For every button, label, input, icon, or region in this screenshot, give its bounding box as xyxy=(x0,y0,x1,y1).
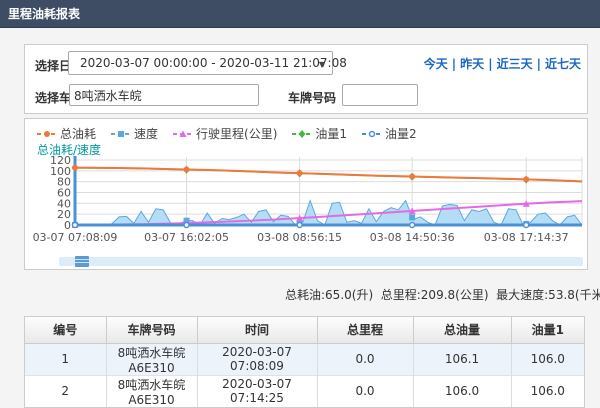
quick-link-separator: | xyxy=(537,57,541,71)
vehicle-input[interactable] xyxy=(69,84,259,106)
table-header-row: 编号车牌号码时间总里程总油量油量1 xyxy=(25,317,584,343)
legend-label: 行驶里程(公里) xyxy=(196,125,277,142)
table-cell: 8吨洒水车皖A6E310 xyxy=(106,375,197,407)
summary-text: 总耗油:65.0(升) 总里程:209.8(公里) 最大速度:53.8(千米/小… xyxy=(285,286,600,303)
quick-link-yesterday[interactable]: 昨天 xyxy=(460,57,484,71)
header-bar: 里程油耗报表 xyxy=(0,0,600,28)
column-header-3: 总里程 xyxy=(317,317,413,343)
legend-label: 总油耗 xyxy=(60,125,96,142)
fuel-speed-chart: 02040608010012003-07 07:08:0903-07 16:02… xyxy=(25,155,587,251)
chart-x-scrollbar-track[interactable] xyxy=(59,257,583,266)
date-filter-row: 选择日期 2020-03-07 00:00:00 - 2020-03-11 21… xyxy=(25,45,587,81)
legend-item-1[interactable]: 速度 xyxy=(111,125,158,142)
dropdown-caret-icon[interactable]: ▼ xyxy=(319,60,325,69)
legend-item-2[interactable]: 行驶里程(公里) xyxy=(173,125,277,142)
quick-links: 今天 | 昨天 | 近三天 | 近七天 xyxy=(424,55,581,72)
svg-text:03-08 08:56:15: 03-08 08:56:15 xyxy=(257,231,342,244)
legend-item-0[interactable]: 总油耗 xyxy=(37,125,96,142)
date-range-picker[interactable]: 2020-03-07 00:00:00 - 2020-03-11 21:07:0… xyxy=(68,51,333,75)
legend-item-3[interactable]: 油量1 xyxy=(292,125,347,142)
legend-label: 油量1 xyxy=(315,125,347,142)
chart-legend: 总油耗 速度 行驶里程(公里) 油量1 油量2 xyxy=(37,125,417,142)
column-header-4: 总油量 xyxy=(413,317,511,343)
table-row[interactable]: 28吨洒水车皖A6E3102020-03-07 07:14:250.0106.0… xyxy=(25,375,584,407)
page-title: 里程油耗报表 xyxy=(0,0,600,28)
triangle-icon xyxy=(173,129,193,139)
vehicle-filter-row: 选择车辆 车牌号码 xyxy=(25,79,587,113)
quick-link-last-3-days[interactable]: 近三天 xyxy=(497,57,533,71)
circle-open-icon xyxy=(362,129,382,139)
table-cell: 2020-03-07 07:14:25 xyxy=(197,375,317,407)
svg-text:03-07 16:02:05: 03-07 16:02:05 xyxy=(144,231,229,244)
column-header-0: 编号 xyxy=(25,317,106,343)
quick-link-separator: | xyxy=(488,57,492,71)
svg-text:03-08 17:14:37: 03-08 17:14:37 xyxy=(484,231,569,244)
quick-link-separator: | xyxy=(452,57,456,71)
legend-label: 油量2 xyxy=(385,125,417,142)
column-header-2: 时间 xyxy=(197,317,317,343)
table-cell: 8吨洒水车皖A6E310 xyxy=(106,343,197,375)
table-cell: 2 xyxy=(25,375,106,407)
column-header-5: 油量1 xyxy=(511,317,584,343)
plate-label: 车牌号码 xyxy=(288,89,336,106)
legend-item-4[interactable]: 油量2 xyxy=(362,125,417,142)
chart-panel: 总油耗速度行驶里程(公里)油量1油量2 总油耗/速度 0204060801001… xyxy=(24,118,588,270)
svg-text:03-08 14:50:36: 03-08 14:50:36 xyxy=(370,231,455,244)
table-cell: 106.0 xyxy=(413,375,511,407)
date-range-value: 2020-03-07 00:00:00 - 2020-03-11 21:07:0… xyxy=(80,56,347,70)
report-table-panel: 编号车牌号码时间总里程总油量油量1 18吨洒水车皖A6E3102020-03-0… xyxy=(24,316,585,408)
table-row[interactable]: 18吨洒水车皖A6E3102020-03-07 07:08:090.0106.1… xyxy=(25,343,584,375)
table-cell: 2020-03-07 07:08:09 xyxy=(197,343,317,375)
report-table: 编号车牌号码时间总里程总油量油量1 18吨洒水车皖A6E3102020-03-0… xyxy=(25,317,584,407)
quick-link-today[interactable]: 今天 xyxy=(424,57,448,71)
circle-icon xyxy=(37,129,57,139)
chart-x-scrollbar-handle[interactable] xyxy=(75,256,89,267)
table-cell: 1 xyxy=(25,343,106,375)
table-cell: 106.1 xyxy=(413,343,511,375)
square-icon xyxy=(111,129,131,139)
table-cell: 0.0 xyxy=(317,375,413,407)
legend-label: 速度 xyxy=(134,125,158,142)
svg-text:03-07 07:08:09: 03-07 07:08:09 xyxy=(33,231,118,244)
plate-input[interactable] xyxy=(342,84,418,106)
table-cell: 106.0 xyxy=(511,375,584,407)
column-header-1: 车牌号码 xyxy=(106,317,197,343)
svg-text:120: 120 xyxy=(50,155,71,167)
table-cell: 0.0 xyxy=(317,343,413,375)
table-cell: 106.0 xyxy=(511,343,584,375)
filter-panel: 选择日期 2020-03-07 00:00:00 - 2020-03-11 21… xyxy=(24,44,588,114)
diamond-icon xyxy=(292,129,312,139)
quick-link-last-7-days[interactable]: 近七天 xyxy=(545,57,581,71)
